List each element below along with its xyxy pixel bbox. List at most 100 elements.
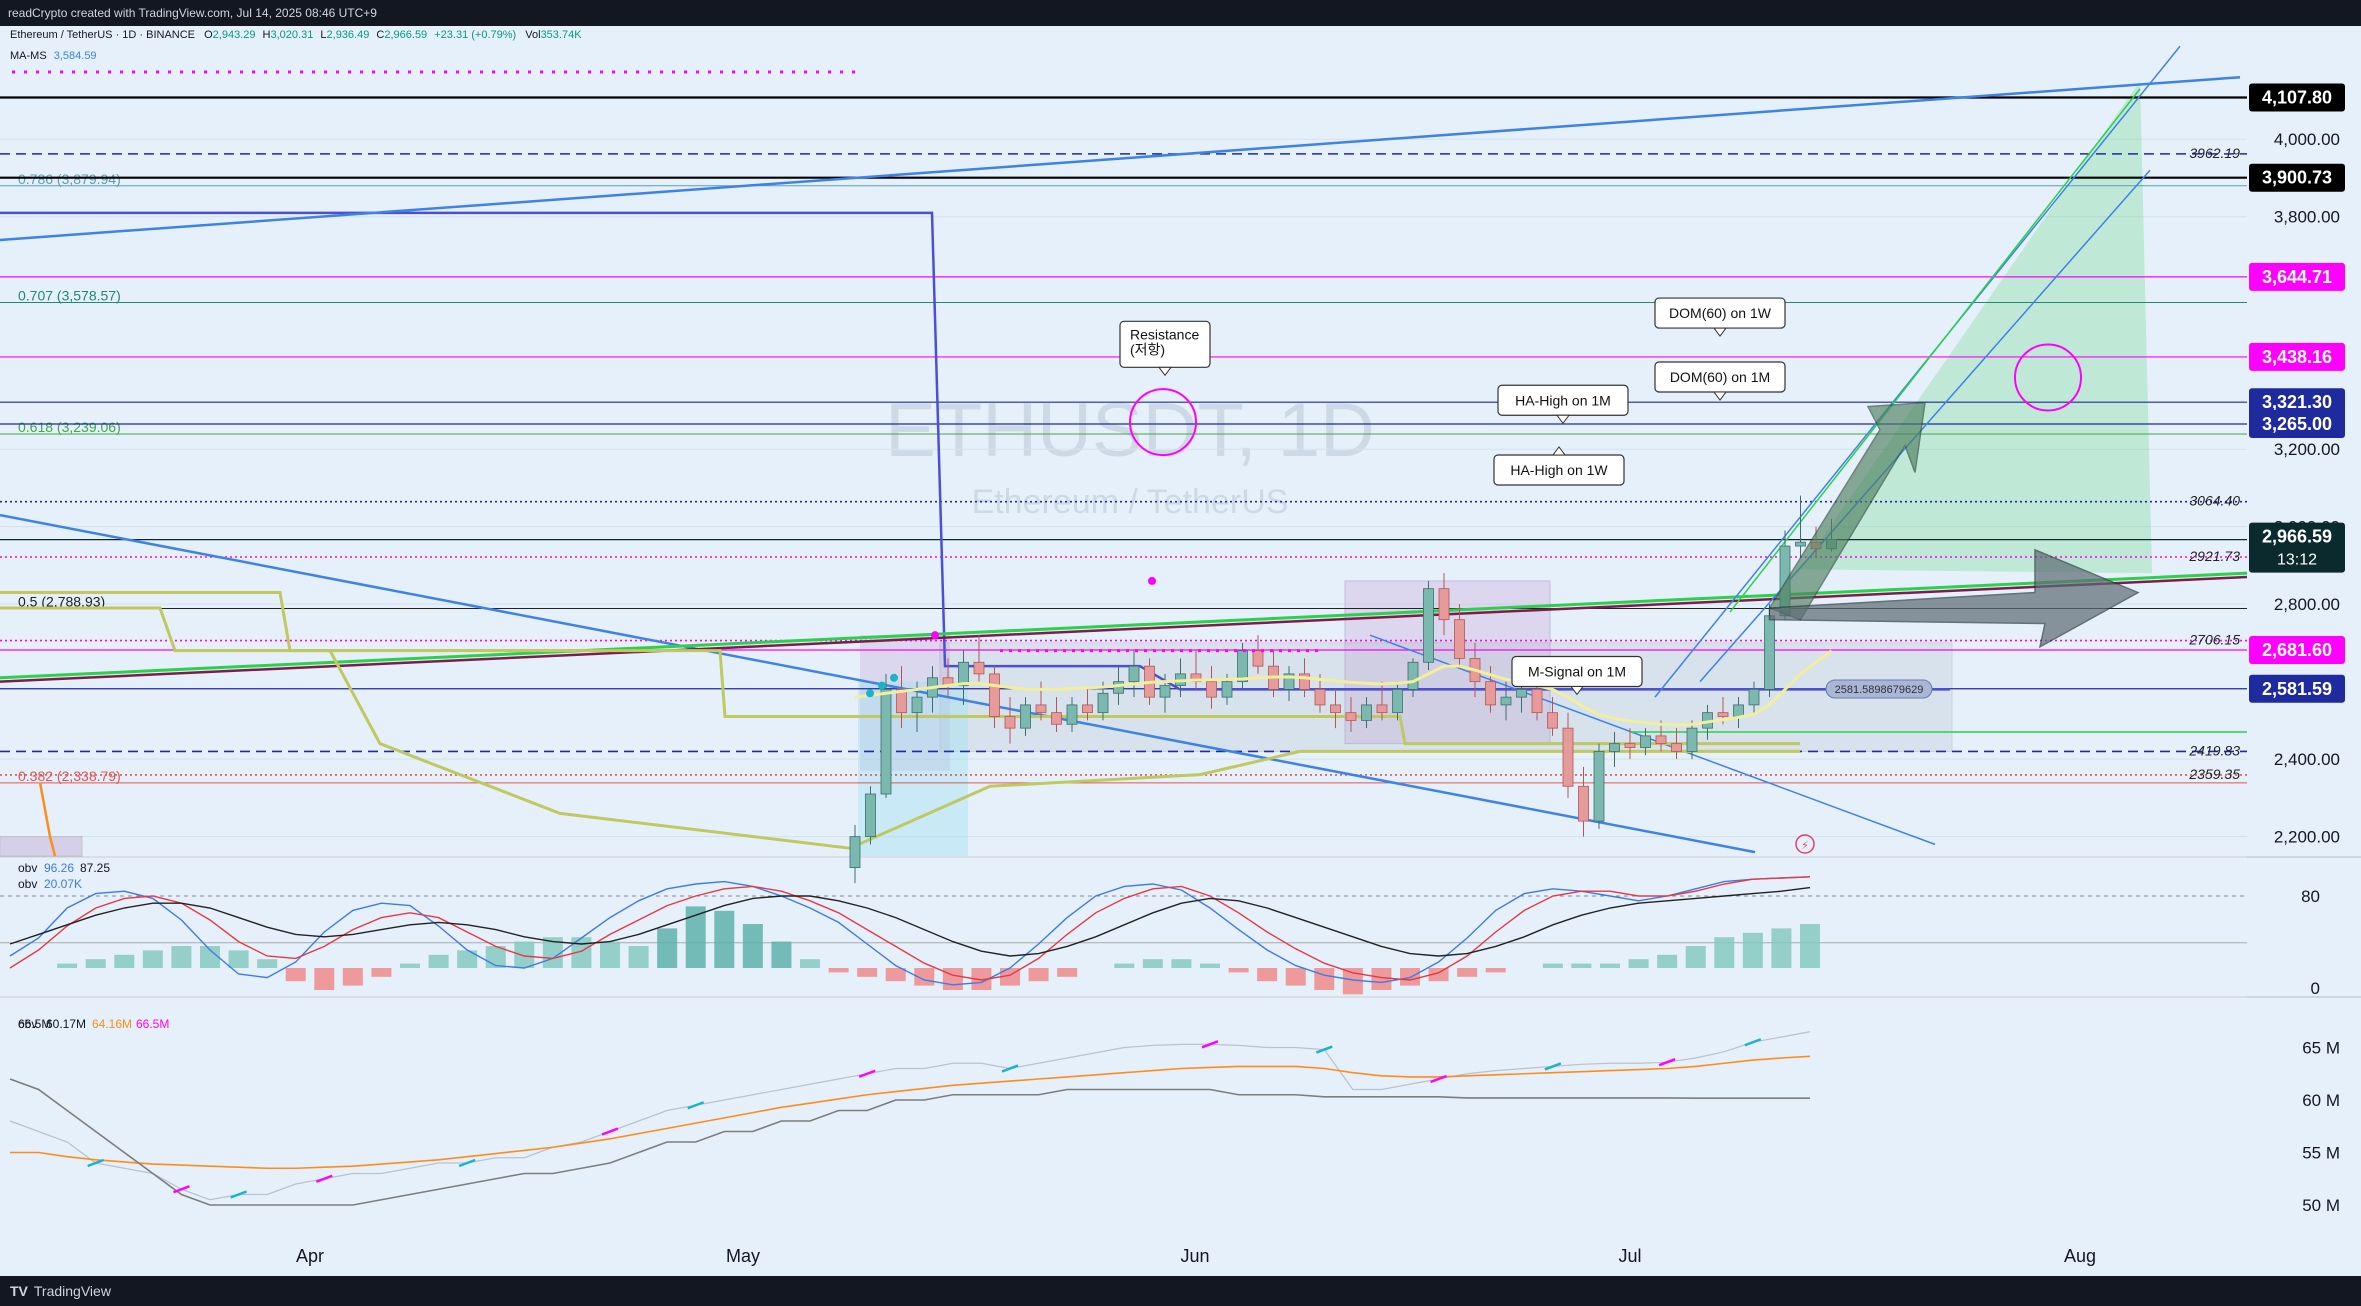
legend-high: 3,020.31: [271, 29, 314, 41]
candle-body-48[interactable]: [1593, 750, 1605, 822]
osc-hist-45: [1285, 968, 1306, 986]
time-tick-4: Aug: [2064, 1246, 2096, 1266]
candle-body-41[interactable]: [1485, 681, 1496, 706]
candle-body-53[interactable]: [1671, 743, 1682, 752]
osc-hist-49: [1400, 968, 1420, 986]
candle-body-31[interactable]: [1330, 704, 1341, 714]
candle-body-33[interactable]: [1361, 704, 1372, 721]
candle-body-61[interactable]: [1795, 541, 1806, 547]
candle-body-42[interactable]: [1500, 696, 1512, 706]
svg-text:Ethereum / TetherUS · 1D · BIN: Ethereum / TetherUS · 1D · BINANCE O2,94…: [10, 29, 582, 41]
candle-body-1[interactable]: [865, 793, 876, 838]
candle-body-59[interactable]: [1764, 615, 1775, 690]
candle-body-56[interactable]: [1717, 712, 1729, 717]
candle-body-23[interactable]: [1206, 681, 1217, 698]
candle-body-14[interactable]: [1066, 704, 1078, 725]
callout-text-2-0: DOM(60) on 1M: [1670, 369, 1770, 385]
candle-body-13[interactable]: [1051, 712, 1062, 725]
pane3-bg: [0, 998, 2247, 1238]
zone-box-range: [939, 642, 1953, 752]
candle-body-46[interactable]: [1562, 727, 1574, 787]
candle-body-43[interactable]: [1516, 689, 1527, 698]
candle-body-45[interactable]: [1547, 712, 1558, 729]
candle-body-39[interactable]: [1454, 619, 1465, 659]
osc-tick-0: 80: [2301, 887, 2320, 906]
candle-body-20[interactable]: [1159, 685, 1171, 698]
candle-body-15[interactable]: [1082, 704, 1093, 714]
candle-body-9[interactable]: [989, 673, 1000, 717]
callout-text-1-0: DOM(60) on 1W: [1669, 305, 1772, 321]
candle-body-10[interactable]: [1004, 716, 1016, 729]
candle-body-0[interactable]: [849, 836, 861, 869]
candle-body-36[interactable]: [1407, 661, 1419, 690]
callout-0[interactable]: Resistance(저항): [1119, 320, 1211, 377]
osc-legend-val-1: 87.25: [80, 861, 110, 875]
time-tick-2: Jun: [1180, 1246, 1209, 1266]
price-tag-text-6: 2,966.59: [2262, 527, 2332, 547]
price-tag-3[interactable]: 3,438.16: [2249, 342, 2345, 371]
osc-hist-15: [428, 954, 449, 968]
candle-body-51[interactable]: [1640, 735, 1651, 748]
time-tick-1: May: [726, 1246, 760, 1266]
osc-hist-18: [514, 941, 535, 968]
candle-body-26[interactable]: [1252, 650, 1264, 667]
price-tag-8[interactable]: 2,581.59: [2249, 674, 2345, 703]
time-tick-0: Apr: [296, 1246, 324, 1266]
osc-hist-51: [1457, 968, 1478, 977]
osc-hist-11: [314, 968, 335, 990]
price-tag-1[interactable]: 3,900.73: [2249, 163, 2345, 192]
price-tag-2[interactable]: 3,644.71: [2249, 262, 2345, 291]
candle-body-57[interactable]: [1733, 704, 1744, 717]
candle-body-17[interactable]: [1113, 681, 1124, 694]
tradingview-logo-icon: TV: [10, 1283, 28, 1299]
candle-body-49[interactable]: [1609, 743, 1620, 752]
chart-frame: ETHUSDT, 1DEthereum / TetherUS 0.786 (3,…: [0, 26, 2361, 1276]
candle-body-4[interactable]: [911, 696, 923, 714]
price-tick-4: 3,200.00: [2274, 440, 2340, 459]
osc-hist-48: [1371, 968, 1392, 990]
candle-body-7[interactable]: [958, 661, 969, 686]
box-label-text: 2581.5898679629: [1835, 684, 1924, 696]
candle-body-30[interactable]: [1314, 689, 1326, 706]
osc-hist-46: [1314, 968, 1335, 990]
candle-body-58[interactable]: [1748, 689, 1760, 706]
candle-body-50[interactable]: [1624, 743, 1636, 748]
price-tag-7[interactable]: 2,681.60: [2249, 636, 2345, 665]
candle-body-25[interactable]: [1237, 650, 1248, 683]
osc-hist-3: [85, 959, 106, 968]
chart-svg[interactable]: ETHUSDT, 1DEthereum / TetherUS 0.786 (3,…: [0, 26, 2361, 1276]
price-tag-text-0: 4,107.80: [2262, 87, 2332, 107]
price-tag-text-4: 3,321.30: [2262, 392, 2332, 412]
price-tag-6[interactable]: 2,966.59 13:12: [2249, 522, 2345, 573]
price-tag-text-1: 3,900.73: [2262, 168, 2332, 188]
candle-body-8[interactable]: [973, 661, 985, 675]
candle-body-35[interactable]: [1392, 689, 1403, 714]
obv-legend-val-2: 64.16M: [92, 1017, 132, 1031]
osc-hist-40: [1142, 959, 1163, 968]
price-tag-5[interactable]: 3,265.00: [2249, 410, 2345, 439]
candle-body-52[interactable]: [1655, 735, 1667, 745]
candle-body-44[interactable]: [1531, 689, 1543, 714]
price-tag-text-8: 2,581.59: [2262, 679, 2332, 699]
candle-body-11[interactable]: [1020, 704, 1031, 729]
candle-body-54[interactable]: [1686, 727, 1698, 752]
osc-hist-5: [142, 950, 163, 968]
price-tag-0[interactable]: 4,107.80: [2249, 83, 2345, 112]
osc-hist-62: [1771, 928, 1792, 968]
candle-body-24[interactable]: [1221, 681, 1233, 698]
candle-body-16[interactable]: [1097, 692, 1109, 714]
legend-change: +23.31 (+0.79%): [434, 29, 516, 41]
osc-hist-28: [800, 959, 820, 968]
candle-body-47[interactable]: [1578, 785, 1589, 822]
candle-body-2[interactable]: [880, 689, 892, 795]
osc-hist-55: [1571, 963, 1592, 968]
candle-body-12[interactable]: [1035, 704, 1047, 714]
candle-body-18[interactable]: [1128, 665, 1140, 683]
candle-body-32[interactable]: [1345, 712, 1357, 721]
candle-body-38[interactable]: [1438, 588, 1450, 621]
osc-tick-1: 0: [2311, 979, 2320, 998]
candle-body-37[interactable]: [1423, 588, 1434, 663]
osc-hist-14: [400, 963, 420, 968]
price-tag-text-2: 3,644.71: [2262, 267, 2332, 287]
candle-body-34[interactable]: [1376, 704, 1388, 714]
